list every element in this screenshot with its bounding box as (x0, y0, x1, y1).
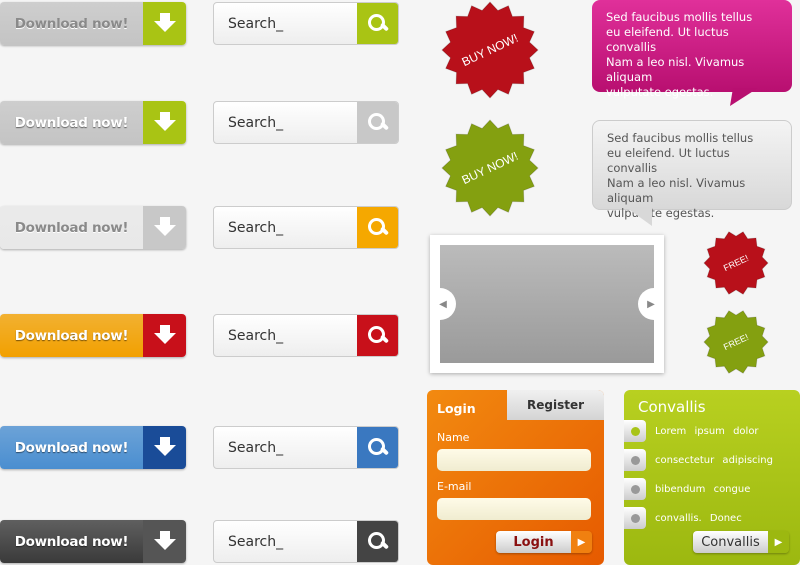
radio-button[interactable] (624, 507, 646, 529)
radio-button[interactable] (624, 449, 646, 471)
option-item[interactable]: bibendum congue (624, 478, 750, 500)
convallis-button[interactable]: Convallis ▶ (693, 531, 789, 553)
name-label: Name (437, 431, 470, 444)
login-panel: Register Login Name E-mail Login ▶ (427, 390, 604, 565)
image-slider: ◀ ▶ (430, 235, 664, 373)
email-label: E-mail (437, 480, 472, 493)
chevron-right-icon[interactable]: ▶ (638, 288, 664, 320)
option-label: convallis. Donec (655, 512, 742, 524)
badge[interactable]: FREE! (703, 231, 769, 295)
option-label: bibendum congue (655, 483, 751, 495)
option-label: consectetur adipiscing (655, 454, 773, 466)
arrow-right-icon: ▶ (571, 531, 592, 553)
option-item[interactable]: consectetur adipiscing (624, 449, 773, 471)
tab-login[interactable]: Login (437, 401, 476, 416)
convallis-button-label: Convallis (693, 531, 768, 553)
option-item[interactable]: Lorem ipsum dolor (624, 420, 759, 442)
radio-button[interactable] (624, 420, 646, 442)
panel-title: Convallis (638, 398, 706, 416)
arrow-right-icon: ▶ (768, 531, 789, 553)
radio-button[interactable] (624, 478, 646, 500)
badge[interactable]: BUY NOW! (441, 1, 539, 99)
options-panel: Convallis Lorem ipsum dolor consectetur … (624, 390, 800, 565)
option-label: Lorem ipsum dolor (655, 425, 759, 437)
name-field[interactable] (437, 449, 591, 471)
email-field[interactable] (437, 498, 591, 520)
option-item[interactable]: convallis. Donec (624, 507, 742, 529)
login-button[interactable]: Login ▶ (496, 531, 592, 553)
badge[interactable]: FREE! (703, 310, 769, 374)
badge[interactable]: BUY NOW! (441, 119, 539, 217)
slide-image (440, 245, 654, 363)
login-button-label: Login (496, 531, 571, 553)
tab-register[interactable]: Register (507, 390, 604, 420)
